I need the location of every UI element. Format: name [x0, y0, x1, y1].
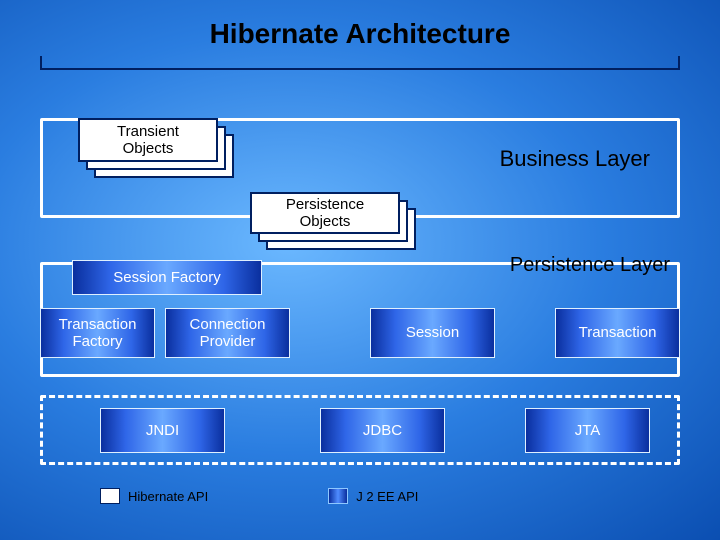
jta-box: JTA [525, 408, 650, 453]
legend-swatch-hibernate [100, 488, 120, 504]
page-title: Hibernate Architecture [0, 18, 720, 56]
transaction-factory-label: Transaction Factory [59, 316, 137, 351]
legend-label-hibernate: Hibernate API [128, 489, 208, 504]
connection-provider-box: Connection Provider [165, 308, 290, 358]
transient-card-front: Transient Objects [78, 118, 218, 162]
legend-swatch-j2ee [328, 488, 348, 504]
persistence-card-front: Persistence Objects [250, 192, 400, 234]
connection-provider-label: Connection Provider [190, 316, 266, 351]
persistence-layer-label: Persistence Layer [510, 254, 670, 277]
jndi-box: JNDI [100, 408, 225, 453]
diagram: Business Layer Transient Objects Persist… [40, 90, 680, 520]
legend-item-j2ee: J 2 EE API [328, 488, 418, 504]
session-box: Session [370, 308, 495, 358]
legend-item-hibernate: Hibernate API [100, 488, 208, 504]
legend-label-j2ee: J 2 EE API [356, 489, 418, 504]
title-bar: Hibernate Architecture [0, 0, 720, 70]
title-underline [40, 56, 680, 70]
legend: Hibernate API J 2 EE API [100, 488, 418, 504]
session-factory-box: Session Factory [72, 260, 262, 295]
persistence-objects-label: Persistence Objects [286, 196, 364, 231]
transaction-factory-box: Transaction Factory [40, 308, 155, 358]
transaction-box: Transaction [555, 308, 680, 358]
transient-objects-stack: Transient Objects [78, 118, 238, 178]
transient-objects-label: Transient Objects [117, 123, 179, 158]
business-layer-label: Business Layer [500, 146, 650, 172]
persistence-objects-stack: Persistence Objects [250, 192, 420, 250]
jdbc-box: JDBC [320, 408, 445, 453]
